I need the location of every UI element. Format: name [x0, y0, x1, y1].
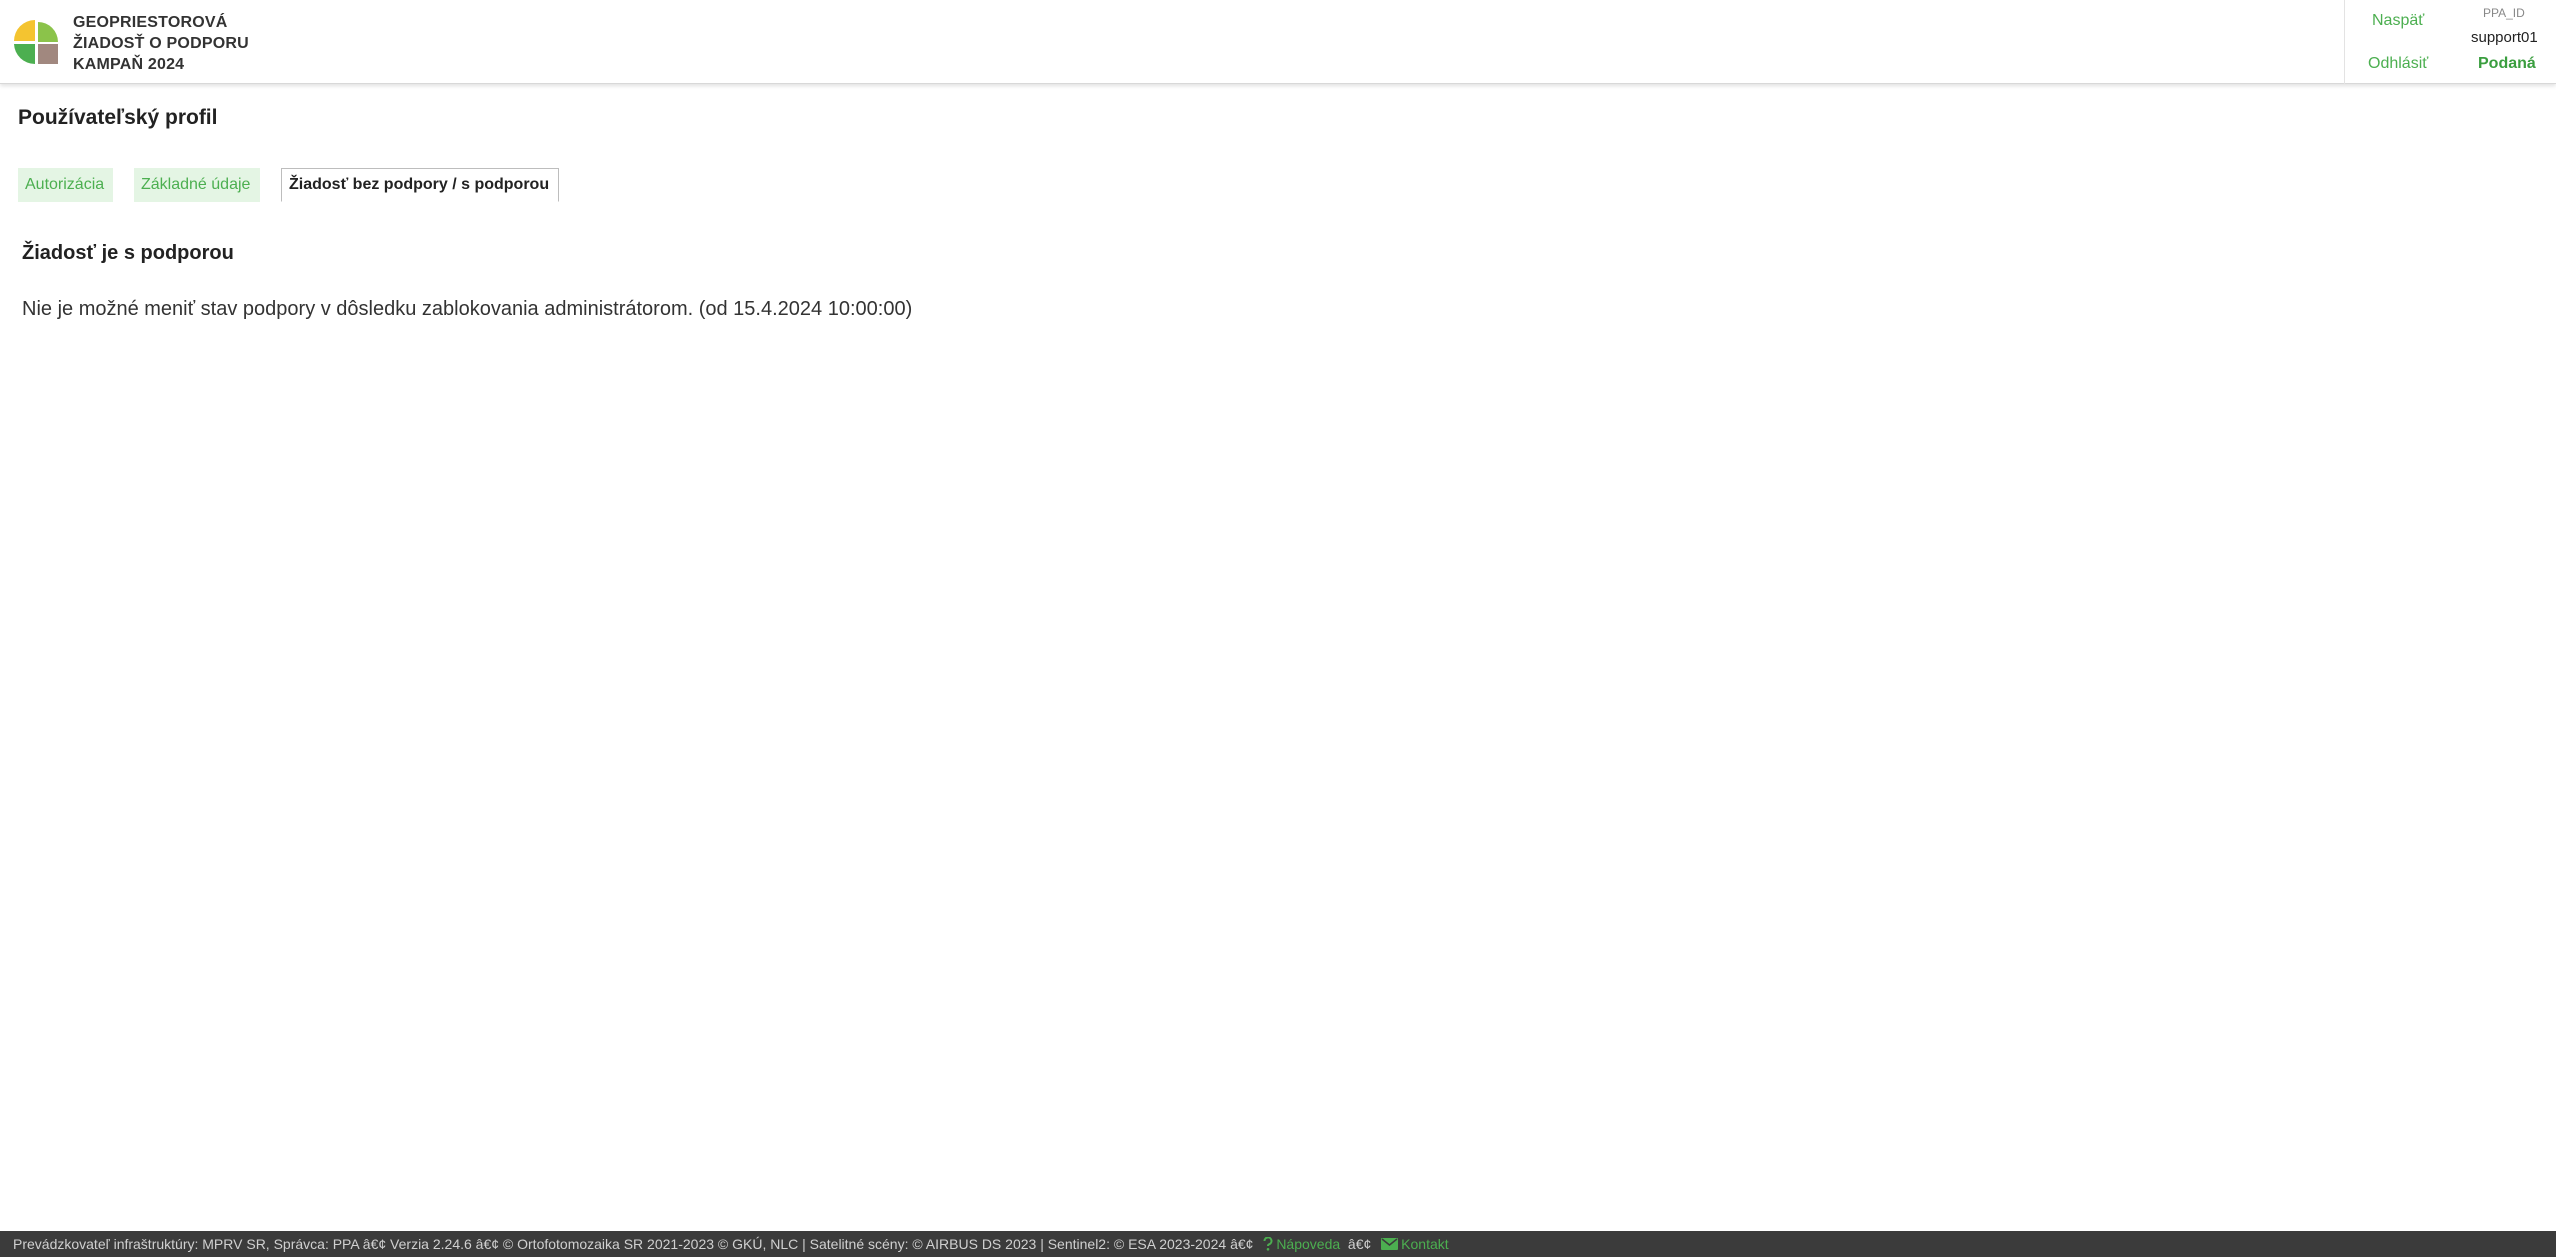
user-name: support01 [2471, 29, 2538, 46]
footer-separator: â€¢ [1230, 1236, 1254, 1252]
logout-link[interactable]: Odhlásiť [2368, 55, 2428, 73]
mail-icon [1381, 1238, 1399, 1251]
app-title-line-2: ŽIADOSŤ O PODPORU [73, 35, 249, 52]
app-title-line-1: GEOPRIESTOROVÁ [73, 14, 228, 31]
app-header: GEOPRIESTOROVÁ ŽIADOSŤ O PODPORU KAMPAŇ … [0, 0, 2556, 84]
footer-info-text: Prevádzkovateľ infraštruktúry: MPRV SR, … [13, 1236, 1231, 1252]
back-link[interactable]: Naspäť [2372, 12, 2424, 30]
question-icon [1263, 1237, 1273, 1251]
footer: Prevádzkovateľ infraštruktúry: MPRV SR, … [0, 1231, 2556, 1257]
app-logo [14, 20, 58, 64]
page-title: Používateľský profil [18, 106, 218, 129]
footer-separator-2: â€¢ [1347, 1236, 1372, 1252]
help-link[interactable]: Nápoveda [1276, 1236, 1340, 1252]
section-title: Žiadosť je s podporou [22, 242, 234, 264]
app-title: GEOPRIESTOROVÁ ŽIADOSŤ O PODPORU KAMPAŇ … [73, 12, 249, 75]
tab-support-request[interactable]: Žiadosť bez podpory / s podporou [281, 168, 559, 202]
support-status-message: Nie je možné meniť stav podpory v dôsled… [22, 298, 913, 320]
header-divider [2344, 0, 2345, 84]
application-status: Podaná [2478, 55, 2536, 72]
tab-basic-info[interactable]: Základné údaje [134, 168, 260, 202]
contact-link[interactable]: Kontakt [1401, 1236, 1448, 1252]
ppa-id-label: PPA_ID [2483, 6, 2525, 20]
app-title-line-3: KAMPAŇ 2024 [73, 56, 185, 73]
tab-authorization[interactable]: Autorizácia [18, 168, 113, 202]
